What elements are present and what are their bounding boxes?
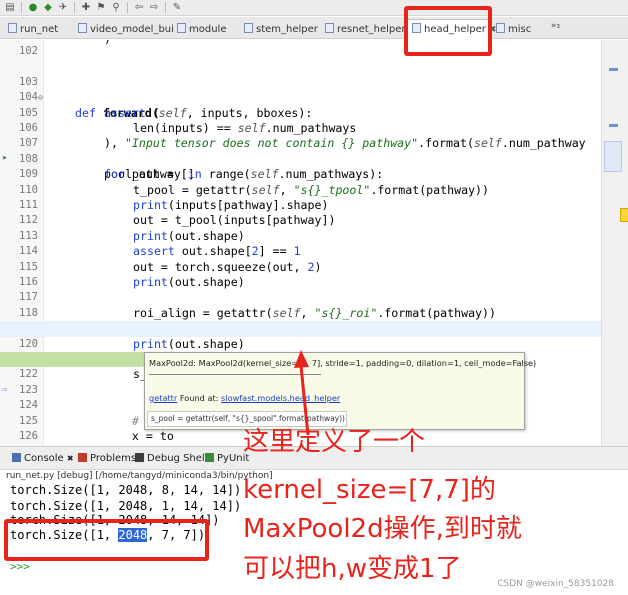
python-file-icon xyxy=(244,23,253,33)
tab-label: run_net xyxy=(20,24,59,35)
code-line: 107 ➤ pool_out = [] xyxy=(0,121,601,181)
tab-problems[interactable]: Problems xyxy=(78,453,136,464)
tab-misc[interactable]: misc xyxy=(492,20,531,39)
code-line: 110 print(inputs[pathway].shape) xyxy=(0,167,601,212)
search-icon[interactable]: ⚲ xyxy=(110,2,122,13)
tab-label: Problems xyxy=(90,453,137,464)
overview-ruler[interactable] xyxy=(601,40,628,446)
main-toolbar: ▤ ● ◆ ✈ ✚ ⚑ ⚲ ⇦ ⇨ ✎ xyxy=(0,0,628,16)
tab-label: Console xyxy=(24,453,64,464)
tab-label: Debug Shell xyxy=(147,453,208,464)
ruler-mark[interactable] xyxy=(609,68,618,71)
debug-shell-icon xyxy=(135,453,144,462)
code-line: 106 ), "Input tensor does not contain {}… xyxy=(0,106,601,150)
watermark: CSDN @weixin_58351028 xyxy=(497,579,614,589)
tooltip-getattr-link[interactable]: getattr xyxy=(149,393,177,403)
code-line: 108 for pathway in range(self.num_pathwa… xyxy=(0,136,601,181)
tooltip-found-label: Found at: xyxy=(177,393,222,403)
code-line: 115 print(out.shape) xyxy=(0,244,601,289)
highlight-box-tab xyxy=(404,6,492,56)
debug-icon[interactable]: ◆ xyxy=(42,2,54,13)
new-icon[interactable]: ✚ xyxy=(80,2,92,13)
tab-overflow-indicator[interactable]: »₃ xyxy=(551,21,560,31)
ruler-mark[interactable] xyxy=(609,124,618,127)
code-line: 111 out = t_pool(inputs[pathway]) xyxy=(0,183,601,227)
save-icon[interactable]: ▤ xyxy=(4,2,16,13)
pyunit-icon xyxy=(205,453,214,462)
tab-video-model-builder[interactable]: video_model_bui xyxy=(74,20,174,39)
annotation-line-4: 可以把h,w变成1了 xyxy=(243,554,462,584)
python-file-icon xyxy=(78,23,87,33)
python-file-icon xyxy=(8,23,17,33)
console-process-info: run_net.py [debug] [/home/tangyd/minicon… xyxy=(6,471,273,481)
python-file-icon xyxy=(177,23,186,33)
toolbar-separator xyxy=(127,2,128,13)
hover-tooltip: MaxPool2d: MaxPool2d(kernel_size=[7, 7],… xyxy=(144,352,536,430)
pin-icon[interactable]: ✎ xyxy=(171,2,183,13)
annotation-line-2: kernel_size=[7,7]的 xyxy=(243,475,496,505)
close-tab-icon[interactable]: ✖ xyxy=(67,454,74,463)
code-line: 116 xyxy=(0,260,601,288)
debug-current-line: 122 ⇨ po xyxy=(0,352,203,412)
tab-label: resnet_helper xyxy=(337,24,406,35)
tab-run-net[interactable]: run_net xyxy=(4,20,58,39)
code-line: 118 out = roi_align(out, bboxes) xyxy=(0,290,601,335)
tab-debug-shell[interactable]: Debug Shell xyxy=(135,453,207,464)
toolbar-separator xyxy=(74,2,75,13)
tab-label: video_model_bui xyxy=(90,24,174,35)
code-line: 103 ⊖ def forward(self, inputs, bboxes): xyxy=(0,59,601,120)
toolbar-separator xyxy=(21,2,22,13)
console-line: torch.Size([1, 2048, 8, 14, 14]) xyxy=(10,483,242,497)
back-icon[interactable]: ⇦ xyxy=(133,2,145,13)
line-number: 102 xyxy=(19,45,38,57)
tab-resnet-helper[interactable]: resnet_helper xyxy=(321,20,406,39)
tab-label: misc xyxy=(508,24,532,35)
tab-label: module xyxy=(189,24,227,35)
editor-tab-bar: run_net video_model_bui module stem_help… xyxy=(0,17,628,40)
open-type-icon[interactable]: ⚑ xyxy=(95,2,107,13)
code-line: 109 t_pool = getattr(self, "s{}_tpool".f… xyxy=(0,152,601,196)
tab-module[interactable]: module xyxy=(173,20,226,39)
code-line: 104 assert ( xyxy=(0,75,601,119)
tab-console[interactable]: Console ✖ xyxy=(12,453,74,464)
code-line: 105 len(inputs) == self.num_pathways xyxy=(0,90,601,135)
code-line: 119 print(out.shape) xyxy=(0,306,601,350)
tooltip-signature: MaxPool2d: MaxPool2d(kernel_size=[7, 7],… xyxy=(149,358,537,368)
code-line: 112 print(out.shape) xyxy=(0,198,601,242)
python-file-icon xyxy=(325,23,334,33)
side-warning-marker[interactable] xyxy=(620,208,628,222)
code-line: 117 roi_align = getattr(self, "s{}_roi".… xyxy=(0,275,601,319)
console-icon xyxy=(12,453,21,462)
toolbar-separator xyxy=(165,2,166,13)
current-line: 120 xyxy=(0,321,601,350)
external-tools-icon[interactable]: ✈ xyxy=(57,2,69,13)
code-line: 114 out = torch.squeeze(out, 2) xyxy=(0,229,601,273)
ruler-viewport-thumb[interactable] xyxy=(604,141,622,172)
code-line: 102 xyxy=(0,44,601,59)
code-line: 113 assert out.shape[2] == 1 xyxy=(0,213,601,258)
python-file-icon xyxy=(496,23,505,33)
tab-stem-helper[interactable]: stem_helper xyxy=(240,20,318,39)
console-prompt[interactable]: >>> xyxy=(10,559,30,575)
annotation-line-3: MaxPool2d操作,到时就 xyxy=(243,514,522,544)
annotation-line-1: 这里定义了一个 xyxy=(243,427,426,457)
tab-label: stem_helper xyxy=(256,24,318,35)
forward-icon[interactable]: ⇨ xyxy=(148,2,160,13)
highlight-box-console xyxy=(4,519,209,561)
problems-icon xyxy=(78,453,87,462)
run-icon[interactable]: ● xyxy=(27,2,39,13)
